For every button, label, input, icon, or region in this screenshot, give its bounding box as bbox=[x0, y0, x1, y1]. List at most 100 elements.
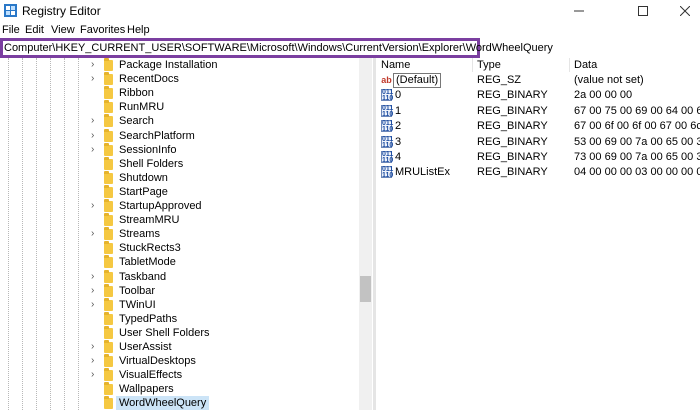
value-type: REG_BINARY bbox=[477, 89, 548, 102]
folder-icon bbox=[104, 170, 113, 184]
tree-item-label: Search bbox=[119, 115, 154, 128]
chevron-right-icon[interactable]: › bbox=[91, 298, 99, 312]
tree-item-label: TWinUI bbox=[119, 298, 156, 311]
column-header-data[interactable]: Data bbox=[574, 58, 597, 72]
values-list: Name Type Data ab (Default) REG_SZ (value n… bbox=[376, 58, 700, 410]
tree-item-label: UserAssist bbox=[119, 341, 172, 353]
menu-view[interactable]: View bbox=[51, 24, 75, 36]
tree-item[interactable]: › Streams bbox=[0, 227, 360, 241]
chevron-right-icon[interactable]: › bbox=[91, 114, 99, 128]
tree-item[interactable]: TabletMode bbox=[0, 255, 360, 269]
tree-item-label: StuckRects3 bbox=[119, 242, 181, 255]
chevron-right-icon[interactable]: › bbox=[91, 72, 99, 86]
value-row[interactable]: 011 110 4 REG_BINARY 73 00 69 00 7a 00 65 00… bbox=[376, 150, 700, 165]
tree-item-label: Streams bbox=[119, 228, 160, 241]
folder-icon bbox=[104, 354, 113, 368]
scrollbar-thumb[interactable] bbox=[360, 276, 371, 302]
tree-item[interactable]: Shutdown bbox=[0, 170, 360, 185]
tree-item[interactable]: StartPage bbox=[0, 184, 360, 199]
tree-item-label: RecentDocs bbox=[119, 73, 179, 86]
value-row[interactable]: 011 110 1 REG_BINARY 67 00 75 00 69 00 64 00… bbox=[376, 104, 700, 119]
tree-item[interactable]: › TWinUI bbox=[0, 297, 360, 312]
tree-item-label: VisualEffects bbox=[119, 369, 183, 382]
value-name: 4 bbox=[395, 151, 402, 163]
folder-icon bbox=[104, 396, 113, 410]
folder-icon bbox=[104, 128, 113, 142]
value-row[interactable]: 011 110 2 REG_BINARY 67 00 6f 00 6f 00 67 00… bbox=[376, 119, 700, 134]
value-type: REG_BINARY bbox=[477, 120, 548, 133]
tree-item[interactable]: WordWheelQuery bbox=[0, 396, 360, 410]
tree-item[interactable]: TypedPaths bbox=[0, 311, 360, 326]
folder-icon bbox=[104, 142, 113, 156]
address-bar[interactable]: Computer\HKEY_CURRENT_USER\SOFTWARE\Micr… bbox=[0, 38, 553, 58]
folder-icon bbox=[104, 227, 113, 241]
tree-item-label: User Shell Folders bbox=[119, 326, 210, 339]
tree-item[interactable]: › Toolbar bbox=[0, 283, 360, 298]
binary-value-icon: 011 110 bbox=[381, 135, 394, 149]
binary-value-icon: 011 110 bbox=[381, 89, 394, 103]
tree-item[interactable]: Shell Folders bbox=[0, 156, 360, 171]
tree-item[interactable]: › VisualEffects bbox=[0, 368, 360, 382]
binary-value-icon: 011 110 bbox=[381, 166, 394, 180]
tree-item[interactable]: › UserAssist bbox=[0, 340, 360, 354]
chevron-right-icon[interactable]: › bbox=[91, 143, 99, 157]
maximize-icon bbox=[638, 6, 648, 16]
tree-item-label: TabletMode bbox=[119, 256, 176, 269]
chevron-right-icon[interactable]: › bbox=[91, 58, 99, 72]
menu-help[interactable]: Help bbox=[127, 24, 150, 36]
tree-item[interactable]: StreamMRU bbox=[0, 213, 360, 227]
value-row[interactable]: 011 110 0 REG_BINARY 2a 00 00 00 bbox=[376, 88, 700, 103]
value-row[interactable]: 011 110 3 REG_BINARY 53 00 69 00 7a 00 65 00… bbox=[376, 135, 700, 150]
chevron-right-icon[interactable]: › bbox=[91, 354, 99, 368]
close-button[interactable] bbox=[662, 0, 700, 22]
chevron-right-icon[interactable]: › bbox=[91, 129, 99, 143]
value-row[interactable]: 011 110 MRUListEx REG_BINARY 04 00 00 00 03 … bbox=[376, 165, 700, 180]
value-row[interactable]: ab (Default) REG_SZ (value not set) bbox=[376, 73, 700, 88]
menu-edit[interactable]: Edit bbox=[25, 24, 44, 36]
column-header-type[interactable]: Type bbox=[477, 58, 501, 72]
folder-icon bbox=[104, 382, 113, 396]
folder-icon bbox=[104, 86, 113, 100]
menu-file[interactable]: File bbox=[2, 24, 20, 36]
tree-item-label: StartupApproved bbox=[119, 200, 202, 212]
tree-item[interactable]: Wallpapers bbox=[0, 382, 360, 396]
tree-scrollbar[interactable] bbox=[359, 58, 372, 410]
tree-item[interactable]: › RecentDocs bbox=[0, 72, 360, 86]
tree-item-label: Package Installation bbox=[119, 59, 218, 71]
tree-item[interactable]: Ribbon bbox=[0, 86, 360, 100]
tree-item[interactable]: › SessionInfo bbox=[0, 142, 360, 157]
folder-icon bbox=[104, 58, 113, 71]
tree-item[interactable]: › SearchPlatform bbox=[0, 128, 360, 143]
minimize-button[interactable] bbox=[556, 0, 602, 22]
tree-item-label: Wallpapers bbox=[119, 383, 174, 396]
tree-item-label: Shutdown bbox=[119, 171, 168, 184]
chevron-right-icon[interactable]: › bbox=[91, 199, 99, 213]
tree-item[interactable]: › Search bbox=[0, 114, 360, 128]
column-separator[interactable] bbox=[569, 58, 570, 72]
column-header-name[interactable]: Name bbox=[381, 58, 410, 72]
tree-item[interactable]: › Taskband bbox=[0, 269, 360, 284]
chevron-right-icon[interactable]: › bbox=[91, 284, 99, 298]
chevron-right-icon[interactable]: › bbox=[91, 368, 99, 382]
tree-item-label: Taskband bbox=[119, 270, 167, 283]
chevron-right-icon[interactable]: › bbox=[91, 340, 99, 354]
chevron-right-icon[interactable]: › bbox=[91, 270, 99, 284]
value-name: 1 bbox=[395, 104, 402, 117]
folder-icon bbox=[104, 340, 113, 353]
folder-icon bbox=[104, 184, 113, 198]
tree-item-label: WordWheelQuery bbox=[116, 396, 210, 410]
folder-icon bbox=[104, 114, 113, 128]
tree-item-label: SearchPlatform bbox=[119, 129, 195, 142]
tree-item[interactable]: User Shell Folders bbox=[0, 325, 360, 340]
tree-item[interactable]: StuckRects3 bbox=[0, 241, 360, 255]
column-separator[interactable] bbox=[472, 58, 473, 72]
window-title: Registry Editor bbox=[22, 4, 101, 18]
tree-item[interactable]: › StartupApproved bbox=[0, 199, 360, 213]
maximize-button[interactable] bbox=[620, 0, 666, 22]
chevron-right-icon[interactable]: › bbox=[91, 227, 99, 241]
minimize-icon bbox=[574, 10, 584, 12]
tree-item[interactable]: › VirtualDesktops bbox=[0, 354, 360, 368]
tree-item[interactable]: › Package Installation bbox=[0, 58, 360, 72]
menu-favorites[interactable]: Favorites bbox=[80, 24, 125, 36]
tree-item[interactable]: RunMRU bbox=[0, 100, 360, 114]
